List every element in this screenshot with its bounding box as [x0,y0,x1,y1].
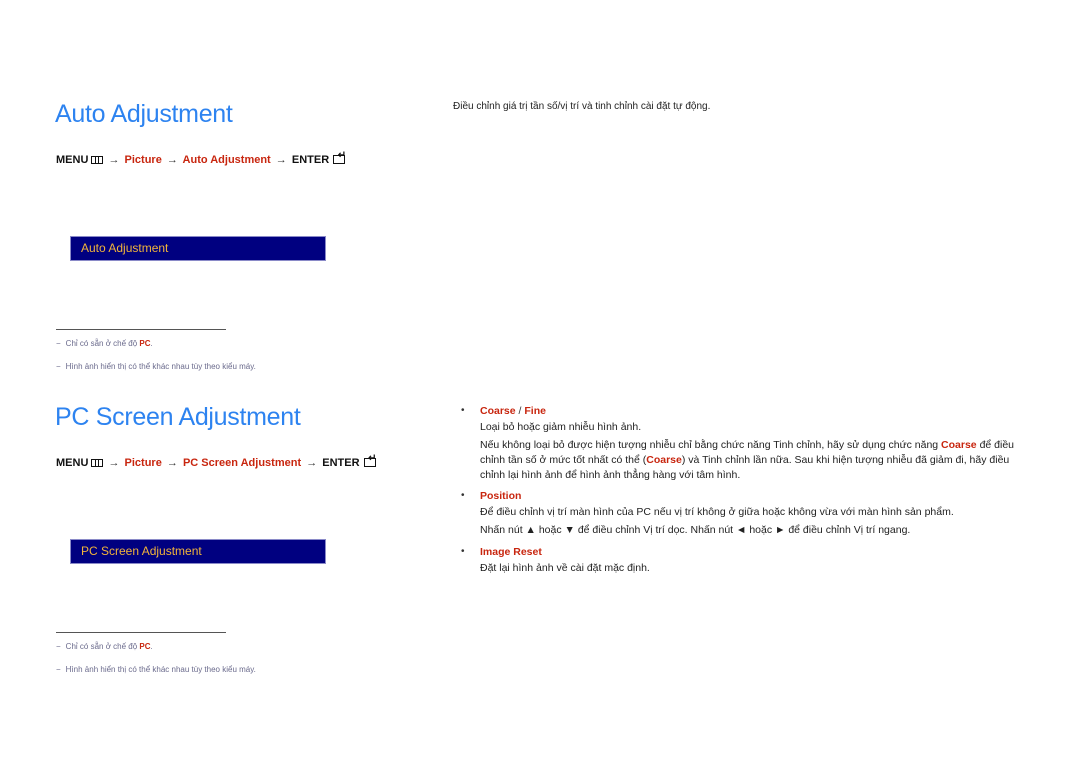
coarse-label: Coarse [480,405,516,417]
note-text: Chỉ có sẵn ở chế độ [65,339,140,348]
menu-grid-icon [91,459,104,467]
enter-icon [363,454,377,467]
auto-adjustment-menu-path: MENU → Picture → Auto Adjustment → ENTER [56,151,346,166]
note-pc-only: − Chỉ có sẵn ở chế độ PC. [56,339,153,348]
position-description: Để điều chỉnh vị trí màn hình của PC nếu… [480,506,954,518]
note-text: Hình ảnh hiển thị có thể khác nhau tùy t… [65,362,256,371]
fine-label: Fine [524,405,546,417]
enter-label: ENTER [291,154,330,166]
arrow-icon: → [108,457,120,469]
position-instructions: Nhấn nút ▲ hoặc ▼ để điều chỉnh Vị trí d… [480,524,911,536]
dash-icon: − [56,339,61,348]
arrow-icon: → [275,154,287,166]
enter-label: ENTER [322,457,360,469]
dash-icon: − [56,362,61,371]
arrow-icon: → [166,154,178,166]
coarse-fine-detail: Nếu không loại bỏ được hiện tượng nhiễu … [480,438,1020,483]
footnote-divider [56,632,226,633]
menu-label: MENU [56,154,89,166]
note-suffix: . [150,642,153,651]
note-text: Hình ảnh hiển thị có thể khác nhau tùy t… [65,665,256,674]
menu-grid-icon [91,156,104,164]
bullet-icon: • [461,405,465,416]
note-text: Chỉ có sẵn ở chế độ [65,642,140,651]
arrow-icon: → [166,457,178,469]
coarse-highlight: Coarse [646,454,682,466]
auto-adjustment-osd-item[interactable]: Auto Adjustment [70,236,326,261]
pc-screen-adjustment-label: PC Screen Adjustment [182,457,302,469]
bullet-icon: • [461,490,465,501]
note-highlight: PC [139,339,151,348]
footnote-divider [56,329,226,330]
dash-icon: − [56,642,61,651]
auto-adjustment-title: Auto Adjustment [55,100,233,128]
note-suffix: . [150,339,153,348]
pc-screen-adjustment-title: PC Screen Adjustment [55,403,301,431]
detail-text: Nếu không loại bỏ được hiện tượng nhiễu … [480,439,942,451]
auto-adjustment-label: Auto Adjustment [182,154,271,166]
pc-screen-adjustment-menu-path: MENU → Picture → PC Screen Adjustment → … [56,454,377,469]
note-image-may-differ: − Hình ảnh hiển thị có thể khác nhau tùy … [56,362,256,371]
note-image-may-differ: − Hình ảnh hiển thị có thể khác nhau tùy … [56,665,256,674]
picture-label: Picture [124,457,162,469]
menu-label: MENU [56,457,89,469]
arrow-icon: → [108,154,120,166]
pc-screen-adjustment-osd-item[interactable]: PC Screen Adjustment [70,539,326,564]
image-reset-description: Đặt lại hình ảnh về cài đặt mặc định. [480,562,650,574]
bullet-icon: • [461,546,465,557]
picture-label: Picture [124,154,162,166]
auto-adjustment-description: Điều chỉnh giá trị tần số/vị trí và tinh… [453,101,711,112]
arrow-icon: → [306,457,318,469]
coarse-fine-heading: Coarse / Fine [480,405,546,417]
coarse-fine-summary: Loại bỏ hoặc giảm nhiễu hình ảnh. [480,421,642,433]
note-pc-only: − Chỉ có sẵn ở chế độ PC. [56,642,153,651]
dash-icon: − [56,665,61,674]
note-highlight: PC [139,642,151,651]
image-reset-heading: Image Reset [480,546,542,558]
position-heading: Position [480,490,522,502]
enter-icon [333,151,346,164]
coarse-highlight: Coarse [941,439,977,451]
